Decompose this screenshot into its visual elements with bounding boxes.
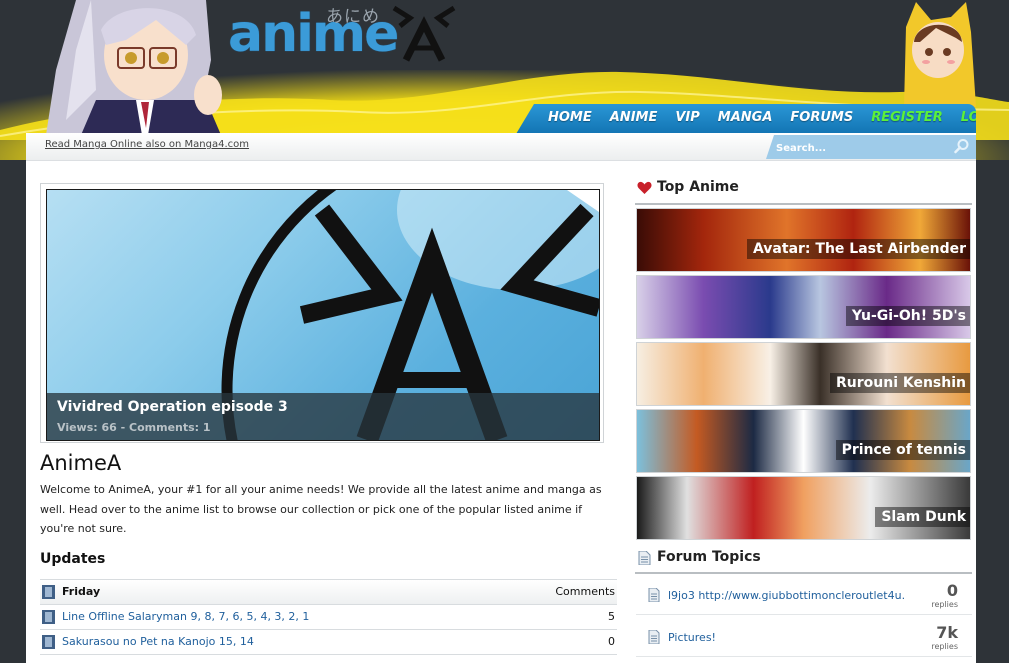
forum-reply-label: replies	[931, 642, 958, 651]
film-icon	[42, 610, 55, 624]
comments-header: Comments	[555, 585, 615, 598]
forum-topics-heading-text: Forum Topics	[657, 549, 761, 565]
update-link[interactable]: Line Offline Salaryman 9, 8, 7, 6, 5, 4,…	[62, 610, 309, 623]
mascot-left-image	[46, 0, 222, 135]
top-anime-name: Slam Dunk	[875, 507, 970, 527]
nav-anime[interactable]: ANIME	[610, 110, 658, 125]
top-anime-item[interactable]: Slam Dunk	[636, 476, 971, 540]
nav-vip[interactable]: VIP	[675, 110, 699, 125]
document-icon	[648, 630, 660, 644]
top-anime-name: Prince of tennis	[835, 440, 970, 460]
updates-table: Friday Comments Line Offline Salaryman 9…	[40, 579, 617, 655]
search-icon[interactable]	[954, 138, 970, 154]
featured-meta: Views: 66 - Comments: 1	[57, 421, 211, 434]
update-comments: 0	[608, 635, 615, 648]
featured-caption: Vividred Operation episode 3 Views: 66 -…	[47, 393, 599, 440]
top-anime-heading-text: Top Anime	[657, 179, 739, 195]
updates-header-row: Friday Comments	[40, 579, 617, 605]
page-content: Read Manga Online also on Manga4.com Viv…	[26, 133, 976, 663]
logo-a-mark-icon	[392, 5, 456, 62]
featured-image[interactable]: Vividred Operation episode 3 Views: 66 -…	[46, 189, 600, 441]
film-icon	[42, 585, 55, 599]
update-link[interactable]: Sakurasou no Pet na Kanojo 15, 14	[62, 635, 254, 648]
intro-text: Welcome to AnimeA, your #1 for all your …	[40, 483, 602, 535]
updates-heading: Updates	[40, 551, 106, 567]
search-input[interactable]	[774, 138, 948, 158]
table-row: Sakurasou no Pet na Kanojo 15, 14 0	[40, 630, 617, 655]
top-anime-item[interactable]: Avatar: The Last Airbender	[636, 208, 971, 272]
forum-topic-link[interactable]: l9jo3 http://www.giubbottimoncleroutlet4…	[668, 589, 923, 602]
update-comments: 5	[608, 610, 615, 623]
main-nav-list: HOME ANIME VIP MANGA FORUMS REGISTER LOG…	[548, 110, 976, 125]
top-anime-name: Rurouni Kenshin	[829, 373, 970, 393]
top-anime-heading: Top Anime	[637, 179, 739, 195]
nav-home[interactable]: HOME	[548, 110, 592, 125]
table-row: Line Offline Salaryman 9, 8, 7, 6, 5, 4,…	[40, 605, 617, 630]
forum-topic-item: l9jo3 http://www.giubbottimoncleroutlet4…	[636, 576, 972, 615]
top-anime-name: Avatar: The Last Airbender	[746, 239, 970, 259]
top-anime-item[interactable]: Rurouni Kenshin	[636, 342, 971, 406]
forum-topics-heading: Forum Topics	[637, 549, 761, 565]
nav-manga[interactable]: MANGA	[718, 110, 773, 125]
forum-reply-label: replies	[931, 600, 958, 609]
film-icon	[42, 635, 55, 649]
divider	[635, 572, 972, 574]
site-logo[interactable]: anime あにめ	[228, 4, 456, 64]
manga4-link[interactable]: Read Manga Online also on Manga4.com	[45, 139, 249, 150]
document-icon	[648, 588, 660, 602]
top-anime-item[interactable]: Prince of tennis	[636, 409, 971, 473]
mascot-right-image	[904, 2, 976, 107]
featured-title[interactable]: Vividred Operation episode 3	[57, 399, 288, 415]
divider	[635, 203, 972, 205]
nav-forums[interactable]: FORUMS	[790, 110, 853, 125]
updates-day: Friday	[62, 585, 101, 598]
search-box	[766, 135, 976, 159]
forum-topic-item: Pictures! 7k replies	[636, 618, 972, 657]
sub-bar: Read Manga Online also on Manga4.com	[26, 133, 976, 161]
site-header: anime あにめ HOME ANIME VIP MANGA FORUMS RE…	[0, 0, 1009, 160]
top-anime-name: Yu-Gi-Oh! 5D's	[845, 306, 970, 326]
page-title: AnimeA	[40, 451, 122, 475]
document-icon	[638, 551, 651, 565]
forum-topic-link[interactable]: Pictures!	[668, 631, 923, 644]
nav-register[interactable]: REGISTER	[871, 110, 943, 125]
main-nav: HOME ANIME VIP MANGA FORUMS REGISTER LOG…	[516, 104, 976, 134]
heart-icon	[637, 181, 652, 194]
logo-kana: あにめ	[326, 7, 380, 27]
top-anime-item[interactable]: Yu-Gi-Oh! 5D's	[636, 275, 971, 339]
forum-reply-count: 0	[946, 581, 958, 600]
forum-reply-count: 7k	[936, 623, 958, 642]
featured-slider[interactable]: Vividred Operation episode 3 Views: 66 -…	[40, 183, 604, 443]
